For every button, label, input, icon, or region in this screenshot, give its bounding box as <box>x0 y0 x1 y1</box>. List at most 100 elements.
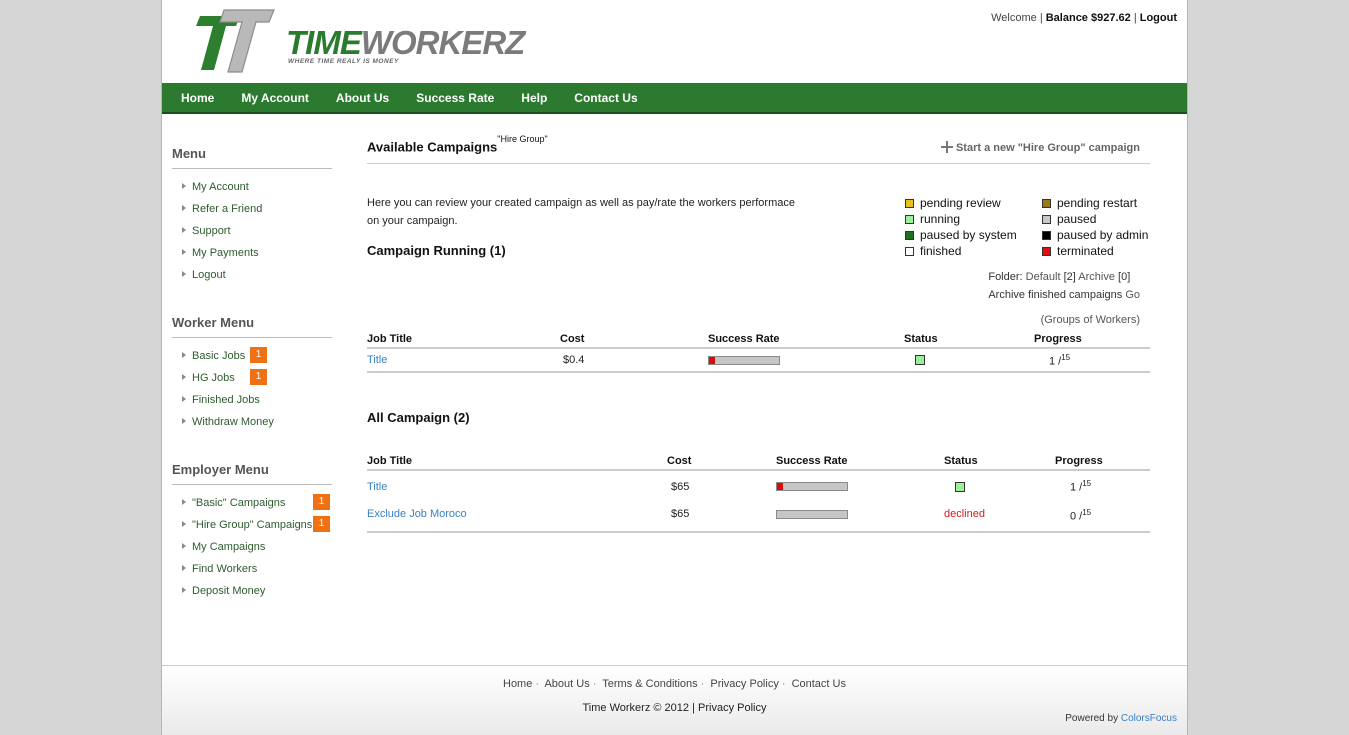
col-status: Status <box>904 330 1034 349</box>
arrow-right-icon <box>182 227 186 233</box>
sidebar-item-my-payments[interactable]: My Payments <box>172 247 332 269</box>
all-campaigns-table: Job Title Cost Success Rate Status Progr… <box>367 452 1150 533</box>
status-indicator <box>955 481 965 492</box>
powered-by-link[interactable]: ColorsFocus <box>1121 713 1177 724</box>
arrow-right-icon <box>182 352 186 358</box>
success-rate-bar <box>776 482 848 492</box>
legend-swatch <box>905 199 914 208</box>
logout-link[interactable]: Logout <box>1140 12 1177 24</box>
footer-link-terms[interactable]: Terms & Conditions <box>602 678 697 690</box>
table-header-row: Job Title Cost Success Rate Status Progr… <box>367 452 1150 471</box>
legend-item: finished <box>905 244 961 258</box>
progress-cell: 1 /15 <box>1070 479 1092 494</box>
sidebar-item-hire-group-campaigns[interactable]: "Hire Group" Campaigns 1 <box>172 516 332 541</box>
arrow-right-icon <box>182 271 186 277</box>
legend-item: running <box>905 212 960 226</box>
powered-by: Powered by ColorsFocus <box>1065 713 1177 724</box>
sidebar-item-withdraw-money[interactable]: Withdraw Money <box>172 416 332 438</box>
footer: Home · About Us · Terms & Conditions · Priv… <box>162 665 1187 735</box>
running-section-title: Campaign Running (1) <box>367 243 506 258</box>
legend-item: paused by admin <box>1042 228 1148 242</box>
legend-item: paused by system <box>905 228 1017 242</box>
sidebar-item-support[interactable]: Support <box>172 225 332 247</box>
copyright: Time Workerz © 2012 | Privacy Policy <box>582 702 767 714</box>
worker-menu-list: Basic Jobs 1 HG Jobs 1 Finished Jobs Withd… <box>172 347 332 438</box>
employer-menu-list: "Basic" Campaigns 1 "Hire Group" Campaign… <box>172 494 332 607</box>
site-logo[interactable]: TIMEWORKERZ WHERE TIME REALY IS MONEY <box>192 6 525 76</box>
folder-selector: Folder: Default [2] Archive [0] Archive … <box>988 268 1140 304</box>
col-success-rate: Success Rate <box>776 452 944 471</box>
separator: | <box>1133 12 1137 24</box>
copyright-privacy-link[interactable]: Privacy Policy <box>698 702 766 714</box>
footer-link-home[interactable]: Home <box>503 678 532 690</box>
sidebar-item-my-campaigns[interactable]: My Campaigns <box>172 541 332 563</box>
sidebar-item-basic-campaigns[interactable]: "Basic" Campaigns 1 <box>172 494 332 519</box>
legend-item: terminated <box>1042 244 1114 258</box>
sidebar-item-logout[interactable]: Logout <box>172 269 332 291</box>
success-rate-fill <box>709 356 715 364</box>
logo-wordmark: TIMEWORKERZ <box>286 24 525 61</box>
main-nav: Home My Account About Us Success Rate He… <box>162 83 1187 114</box>
arrow-right-icon <box>182 521 186 527</box>
sidebar-item-refer-a-friend[interactable]: Refer a Friend <box>172 203 332 225</box>
folder-line: Folder: Default [2] Archive [0] <box>988 271 1131 283</box>
progress-cell: 0 /15 <box>1055 502 1150 533</box>
success-rate-fill <box>777 483 783 491</box>
arrow-right-icon <box>182 374 186 380</box>
status-indicator <box>915 355 925 366</box>
legend-swatch <box>1042 199 1051 208</box>
page-title: Available Campaigns"Hire Group" <box>367 134 548 155</box>
worker-menu-heading: Worker Menu <box>172 315 332 338</box>
nav-contact-us[interactable]: Contact Us <box>574 91 637 105</box>
cost-cell: $65 <box>671 480 690 493</box>
archive-go-link[interactable]: Go <box>1125 289 1140 301</box>
cost-cell: $0.4 <box>560 348 708 373</box>
legend-swatch <box>905 231 914 240</box>
legend-item: paused <box>1042 212 1096 226</box>
title-qualifier: "Hire Group" <box>497 134 548 144</box>
col-cost: Cost <box>560 330 708 349</box>
logo-tagline: WHERE TIME REALY IS MONEY <box>288 58 399 65</box>
sidebar-item-deposit-money[interactable]: Deposit Money <box>172 585 332 607</box>
campaign-title-link[interactable]: Title <box>367 481 387 493</box>
nav-home[interactable]: Home <box>181 91 214 105</box>
start-campaign-link[interactable]: Start a new "Hire Group" campaign <box>940 139 1140 154</box>
legend-item: pending review <box>905 196 1001 210</box>
sidebar-item-finished-jobs[interactable]: Finished Jobs <box>172 394 332 416</box>
table-row: Title $65 1 /15 <box>367 470 1150 502</box>
menu-heading: Menu <box>172 146 332 169</box>
arrow-right-icon <box>182 587 186 593</box>
footer-link-about-us[interactable]: About Us <box>544 678 589 690</box>
nav-help[interactable]: Help <box>521 91 547 105</box>
archive-line: Archive finished campaigns Go <box>988 289 1140 301</box>
arrow-right-icon <box>182 183 186 189</box>
footer-link-privacy[interactable]: Privacy Policy <box>710 678 778 690</box>
table-row: Title $0.4 1 /15 <box>367 348 1150 373</box>
folder-default-link[interactable]: Default <box>1026 271 1061 283</box>
count-badge: 1 <box>313 516 330 532</box>
legend-swatch <box>1042 231 1051 240</box>
sidebar-item-find-workers[interactable]: Find Workers <box>172 563 332 585</box>
footer-link-contact-us[interactable]: Contact Us <box>792 678 846 690</box>
arrow-right-icon <box>182 565 186 571</box>
count-badge: 1 <box>313 494 330 510</box>
folder-archive-link[interactable]: Archive <box>1078 271 1115 283</box>
sidebar-item-my-account[interactable]: My Account <box>172 181 332 203</box>
footer-links: Home · About Us · Terms & Conditions · Priv… <box>503 678 846 690</box>
progress-cell: 1 /15 <box>1034 348 1150 373</box>
cost-cell: $65 <box>667 502 776 533</box>
arrow-right-icon <box>182 543 186 549</box>
col-job-title: Job Title <box>367 452 667 471</box>
separator: | <box>1039 12 1043 24</box>
nav-about-us[interactable]: About Us <box>336 91 389 105</box>
sidebar-item-hg-jobs[interactable]: HG Jobs 1 <box>172 369 332 394</box>
nav-my-account[interactable]: My Account <box>241 91 309 105</box>
campaign-title-link[interactable]: Title <box>367 354 387 366</box>
main-header: Available Campaigns"Hire Group" Start a … <box>367 132 1150 164</box>
table-row: Exclude Job Moroco $65 declined 0 /15 <box>367 502 1150 533</box>
status-text: declined <box>944 502 1055 533</box>
running-campaigns-table: Job Title Cost Success Rate Status Progr… <box>367 330 1150 373</box>
campaign-title-link[interactable]: Exclude Job Moroco <box>367 508 467 520</box>
legend-swatch <box>1042 215 1051 224</box>
nav-success-rate[interactable]: Success Rate <box>416 91 494 105</box>
